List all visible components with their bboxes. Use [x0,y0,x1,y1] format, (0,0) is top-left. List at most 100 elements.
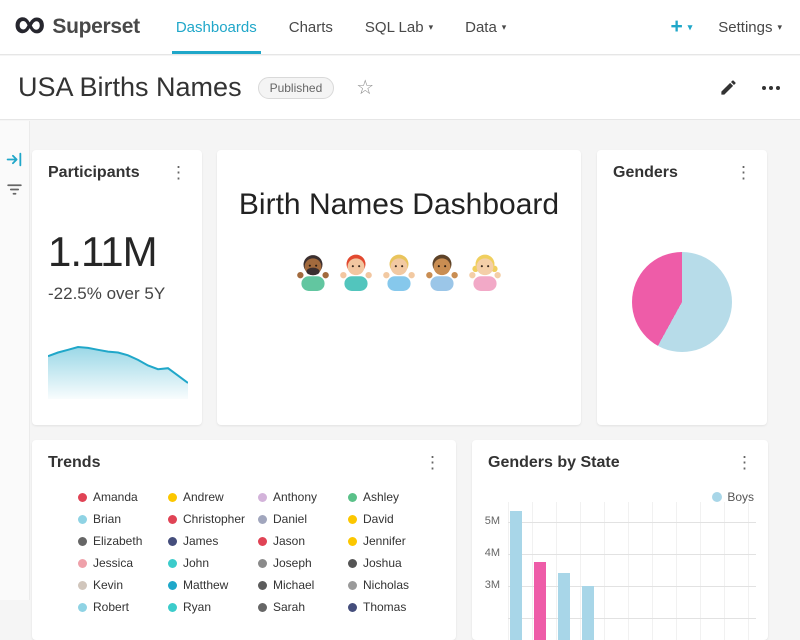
legend-item[interactable]: Anthony [258,490,348,504]
legend-item[interactable]: Ryan [168,600,258,614]
legend-name: Nicholas [363,578,409,592]
participants-sparkline [48,341,188,399]
genders-card: Genders ⋮ [597,150,767,425]
kebab-menu-icon[interactable]: ⋮ [730,164,757,181]
nav-label: SQL Lab [365,19,424,36]
legend-item[interactable]: Daniel [258,512,348,526]
nav-sql-lab[interactable]: SQL Lab ▾ [349,0,449,54]
legend-item[interactable]: Jason [258,534,348,548]
legend-item[interactable]: Jessica [78,556,168,570]
legend-dot [168,515,177,524]
big-number: 1.11M [48,228,202,276]
gridline [508,554,756,555]
legend-item[interactable]: Nicholas [348,578,438,592]
legend-name: Elizabeth [93,534,142,548]
legend-dot [168,493,177,502]
child-emoji-1 [295,252,331,292]
chevron-down-icon: ▾ [688,22,693,33]
superset-logo[interactable]: ∞ Superset [14,9,140,44]
legend-dot [78,493,87,502]
legend-dot [348,581,357,590]
filter-bar-collapsed [0,121,30,600]
y-axis-tick: 3M [472,579,500,591]
child-emoji-2 [338,252,374,292]
more-options-icon[interactable] [762,82,780,94]
favorite-star-icon[interactable]: ☆ [356,75,374,100]
dashboard-header: USA Births Names Published ☆ [0,56,800,120]
markdown-heading: Birth Names Dashboard [227,188,571,222]
legend-name: Joseph [273,556,312,570]
legend-item[interactable]: Andrew [168,490,258,504]
legend-dot [348,603,357,612]
legend-item[interactable]: Michael [258,578,348,592]
legend-name: Sarah [273,600,305,614]
nav-dashboards[interactable]: Dashboards [160,0,273,54]
legend-name: Jennifer [363,534,406,548]
legend-dot [168,559,177,568]
legend-item[interactable]: Ashley [348,490,438,504]
legend-dot [348,493,357,502]
sparkline-area [48,347,188,399]
legend-item[interactable]: Joshua [348,556,438,570]
bar-2[interactable] [558,573,570,640]
legend-name: Brian [93,512,121,526]
gbs-plot [508,502,756,640]
card-title: Genders [613,164,678,182]
settings-menu[interactable]: Settings ▾ [718,19,782,36]
legend-item[interactable]: Elizabeth [78,534,168,548]
card-title: Participants [48,164,140,182]
legend-dot [78,603,87,612]
legend-item[interactable]: Sarah [258,600,348,614]
page-title: USA Births Names [18,72,242,103]
legend-item[interactable]: Joseph [258,556,348,570]
y-axis-tick: 5M [472,515,500,527]
legend-item[interactable]: Christopher [168,512,258,526]
legend-name: John [183,556,209,570]
nav-data[interactable]: Data ▾ [449,0,522,54]
bar-1[interactable] [534,562,546,640]
children-emoji-row [217,252,581,292]
nav-charts[interactable]: Charts [273,0,349,54]
published-badge[interactable]: Published [258,77,335,99]
legend-item[interactable]: Matthew [168,578,258,592]
legend-name: Andrew [183,490,224,504]
legend-item[interactable]: David [348,512,438,526]
legend-name: Ashley [363,490,399,504]
legend-dot [348,559,357,568]
legend-name: Michael [273,578,314,592]
bar-3[interactable] [582,586,594,640]
chevron-down-icon: ▾ [502,22,507,33]
legend-name: Robert [93,600,129,614]
new-button[interactable]: + ▾ [670,15,692,39]
legend-item[interactable]: Brian [78,512,168,526]
legend-item[interactable]: James [168,534,258,548]
header-actions [719,78,780,97]
big-number-subheader: -22.5% over 5Y [48,284,202,304]
kebab-menu-icon[interactable]: ⋮ [419,454,446,471]
legend-name: David [363,512,394,526]
legend-item[interactable]: Kevin [78,578,168,592]
legend-dot [258,537,267,546]
legend-item[interactable]: Amanda [78,490,168,504]
edit-pencil-icon[interactable] [719,78,738,97]
bar-0[interactable] [510,511,522,640]
kebab-menu-icon[interactable]: ⋮ [731,454,758,471]
legend-dot [168,603,177,612]
plus-icon: + [670,15,682,39]
legend-dot [348,537,357,546]
legend-item[interactable]: Thomas [348,600,438,614]
legend-item[interactable]: John [168,556,258,570]
top-navbar: ∞ Superset Dashboards Charts SQL Lab ▾ D… [0,0,800,55]
legend-dot [258,515,267,524]
expand-filter-bar-icon[interactable] [6,151,23,168]
legend-item[interactable]: Robert [78,600,168,614]
legend-dot [258,581,267,590]
genders-pie-chart[interactable] [632,252,732,352]
brand-name: Superset [52,15,139,39]
filter-icon[interactable] [6,181,23,198]
legend-dot [168,581,177,590]
trends-card: Trends ⋮ AmandaAndrewAnthonyAshleyBrianC… [32,440,456,640]
kebab-menu-icon[interactable]: ⋮ [165,164,192,181]
legend-item[interactable]: Jennifer [348,534,438,548]
legend-name: Jessica [93,556,133,570]
